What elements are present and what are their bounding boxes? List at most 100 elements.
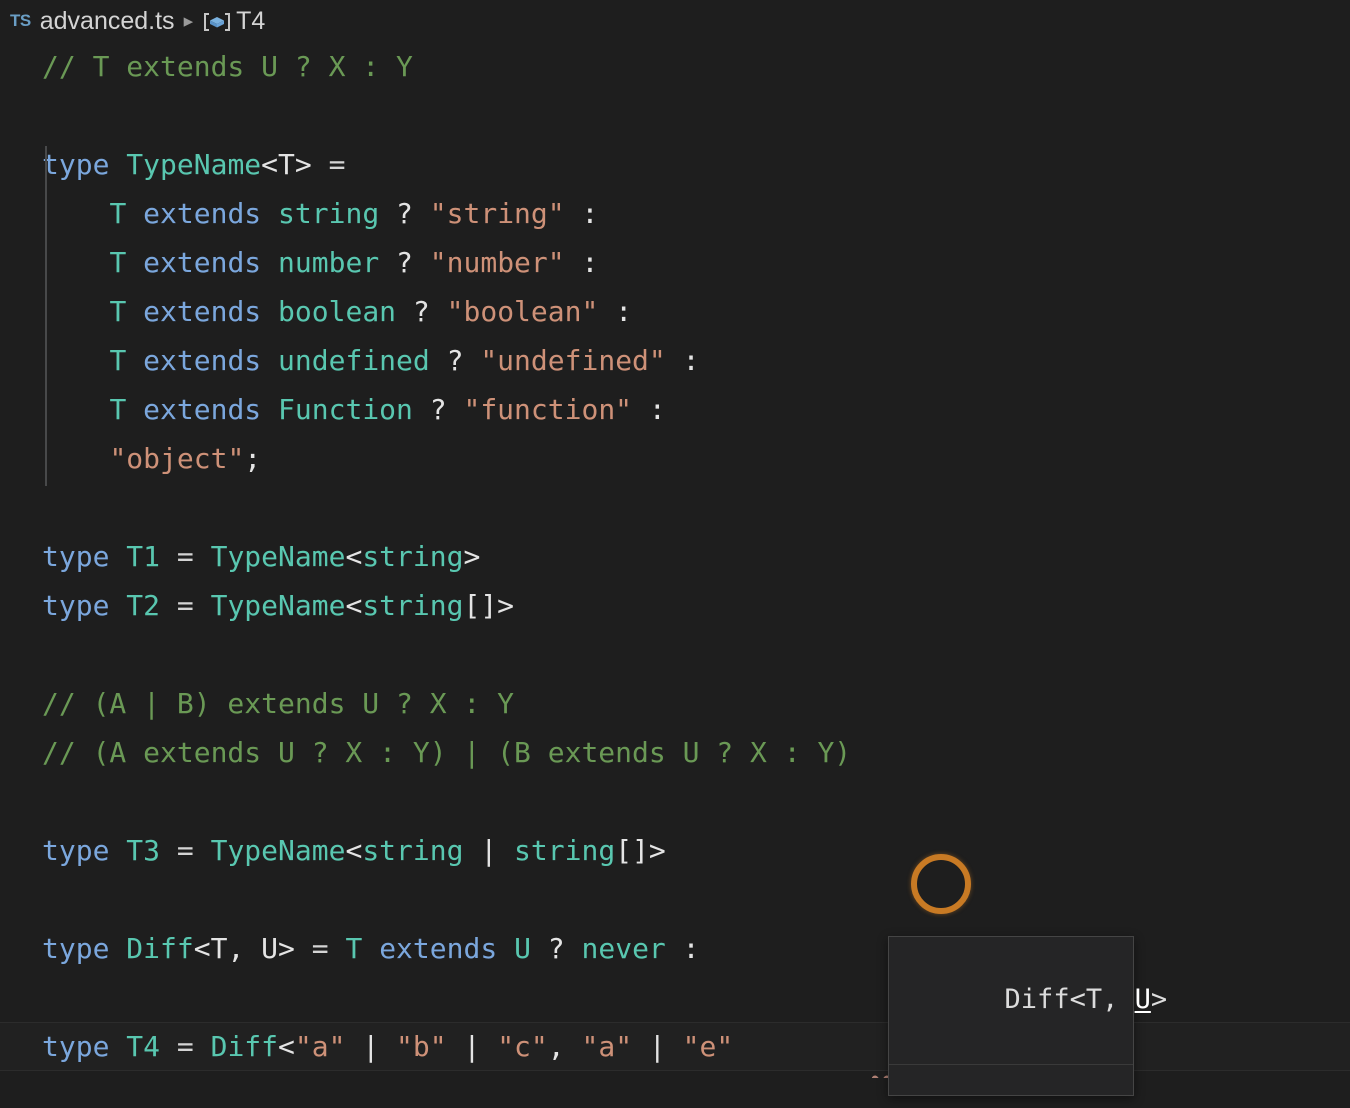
code-token-comment: // T extends U ? X : Y <box>42 50 413 83</box>
code-line[interactable] <box>0 630 1350 679</box>
code-token-type: U <box>514 932 531 965</box>
breadcrumb-symbol-name[interactable]: T4 <box>236 7 265 36</box>
code-token-type: Diff <box>126 932 194 965</box>
signature-prefix: Diff<T, <box>1004 984 1135 1015</box>
code-token-type: string <box>362 540 464 573</box>
code-token-string: "boolean" <box>446 295 599 328</box>
code-line[interactable]: type T1 = TypeName<string> <box>0 532 1350 581</box>
signature-suffix: > <box>1150 984 1168 1015</box>
code-token-op: = <box>176 540 194 573</box>
code-token-type: never <box>581 932 666 965</box>
code-line-current[interactable]: type T4 = Diff<"a" | "b" | "c", "a" | "e… <box>0 1022 1350 1071</box>
code-line[interactable]: type T2 = TypeName<string[]> <box>0 581 1350 630</box>
code-token-plain: : <box>632 393 666 426</box>
code-line[interactable]: type Diff<T, U> = T extends U ? never : <box>0 924 1350 973</box>
code-token-keyword: extends <box>379 932 498 965</box>
code-line[interactable]: "object"; <box>0 434 1350 483</box>
code-line[interactable]: // (A | B) extends U ? X : Y <box>0 679 1350 728</box>
code-token-string: "number" <box>429 246 565 279</box>
code-line[interactable]: T extends undefined ? "undefined" : <box>0 336 1350 385</box>
code-token-type: string <box>362 589 464 622</box>
code-line[interactable] <box>0 91 1350 140</box>
code-token-plain: < <box>278 1030 295 1063</box>
code-token-plain: | <box>632 1030 683 1063</box>
code-token-keyword: extends <box>143 246 262 279</box>
indent-guide <box>45 146 47 486</box>
code-token-plain: : <box>564 197 599 230</box>
code-token-keyword: type <box>42 148 110 181</box>
code-token-op: = <box>311 932 329 965</box>
code-token-type: number <box>278 246 380 279</box>
code-token-string: "c" <box>497 1030 548 1063</box>
code-token-string: "b" <box>396 1030 447 1063</box>
code-token-plain: | <box>446 1030 498 1063</box>
code-token-keyword: type <box>42 589 110 622</box>
breadcrumb-file-name[interactable]: advanced.ts <box>40 7 175 36</box>
code-token-plain: ; <box>244 442 262 475</box>
code-token-keyword: extends <box>143 344 262 377</box>
code-line[interactable]: // (A extends U ? X : Y) | (B extends U … <box>0 728 1350 777</box>
code-line[interactable]: // T extends U ? X : Y <box>0 42 1350 91</box>
code-line[interactable]: T extends boolean ? "boolean" : <box>0 287 1350 336</box>
cursor-click-indicator <box>911 854 971 914</box>
type-symbol-icon <box>202 10 232 34</box>
code-token-op: = <box>328 148 346 181</box>
code-token-type: T <box>109 295 127 328</box>
code-token-type: T <box>109 393 127 426</box>
code-token-plain: ? <box>396 295 447 328</box>
code-token-type: T <box>345 932 363 965</box>
code-token-plain: ? <box>379 197 430 230</box>
code-token-plain: <T, U> <box>193 932 312 965</box>
code-token-plain: < <box>345 834 363 867</box>
code-editor[interactable]: TS advanced.ts ▸ T4 // T extends U ? X :… <box>0 0 1350 1108</box>
code-token-type: Function <box>278 393 413 426</box>
code-line[interactable] <box>0 483 1350 532</box>
signature-help-popup[interactable]: Diff<T, U> <box>888 936 1167 1096</box>
code-token-type: T3 <box>126 834 161 867</box>
code-token-op: = <box>176 589 194 622</box>
code-token-plain: : <box>598 295 633 328</box>
code-token-type: TypeName <box>210 540 346 573</box>
code-token-string: "a" <box>294 1030 346 1063</box>
code-token-type: T1 <box>126 540 161 573</box>
code-content[interactable]: // T extends U ? X : Ytype TypeName<T> =… <box>0 42 1350 1108</box>
code-token-plain: ? <box>429 344 481 377</box>
code-token-keyword: extends <box>143 393 262 426</box>
code-token-type: T <box>109 344 127 377</box>
code-token-string: "e" <box>682 1030 734 1063</box>
code-token-plain: []> <box>615 834 666 867</box>
code-line[interactable]: T extends number ? "number" : <box>0 238 1350 287</box>
code-line[interactable]: T extends string ? "string" : <box>0 189 1350 238</box>
code-line[interactable] <box>0 875 1350 924</box>
code-token-comment: // (A | B) extends U ? X : Y <box>42 687 515 720</box>
code-token-plain: , <box>547 1030 582 1063</box>
code-line[interactable]: T extends Function ? "function" : <box>0 385 1350 434</box>
code-token-plain: <T> <box>261 148 329 181</box>
code-token-type: string <box>278 197 380 230</box>
typescript-file-icon: TS <box>10 11 31 30</box>
code-line[interactable]: type T3 = TypeName<string | string[]> <box>0 826 1350 875</box>
code-line[interactable] <box>0 777 1350 826</box>
code-line[interactable]: type TypeName<T> = <box>0 140 1350 189</box>
code-token-plain: < <box>345 589 363 622</box>
code-token-type: T <box>109 246 127 279</box>
code-token-string: "a" <box>581 1030 633 1063</box>
code-token-string: "function" <box>463 393 633 426</box>
